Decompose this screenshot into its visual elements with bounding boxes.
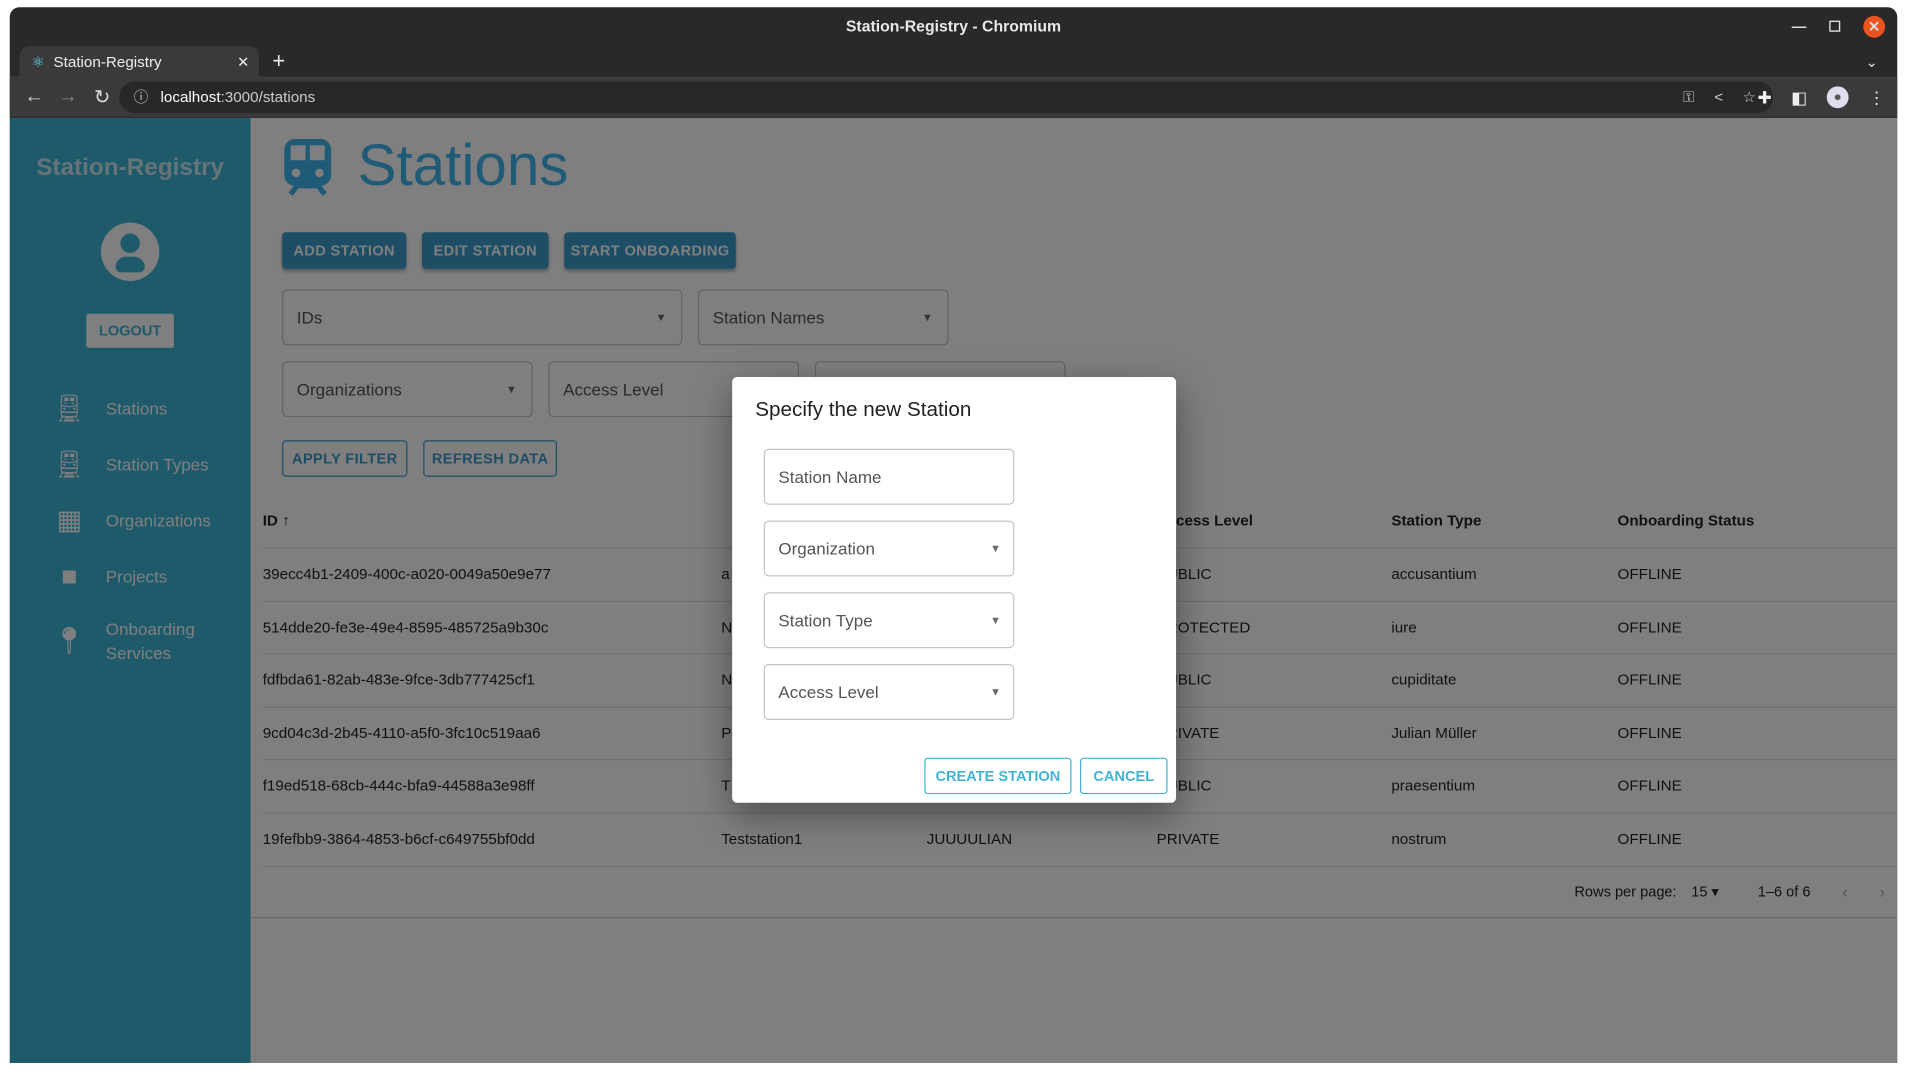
dropdown-arrow-icon: ▼ [990,542,1001,555]
close-tab-icon[interactable]: ✕ [237,46,249,78]
dropdown-arrow-icon: ▼ [990,614,1001,627]
create-station-button[interactable]: CREATE STATION [924,757,1072,795]
side-panel-icon[interactable]: ◧ [1791,87,1807,108]
info-icon: ⓘ [133,88,149,106]
url-path: :3000/stations [220,88,316,106]
new-station-dialog: Specify the new Station Station Name Org… [732,377,1177,803]
menu-icon[interactable]: ⋮ [1868,87,1885,108]
station-name-placeholder: Station Name [778,467,882,487]
tab-title: Station-Registry [53,53,162,71]
extensions-icon[interactable]: ✚ [1757,87,1771,108]
url-host: localhost [160,88,221,106]
browser-window: Station-Registry - Chromium — ☐ ✕ ⚛ Station… [9,7,1898,1063]
access-level-dialog-label: Access Level [778,682,879,702]
address-bar[interactable]: ⓘ localhost:3000/stations ⚿ < ☆ [119,81,1774,114]
react-icon: ⚛ [31,53,45,71]
organization-label: Organization [778,538,875,559]
key-icon[interactable]: ⚿ [1683,81,1695,113]
cancel-button[interactable]: CANCEL [1079,757,1168,795]
window-title-text: Station-Registry - Chromium [845,17,1062,36]
star-icon[interactable]: ☆ [1743,81,1757,113]
close-window-icon[interactable]: ✕ [1863,15,1886,38]
new-tab-icon[interactable]: + [272,46,285,75]
forward-icon[interactable]: → [58,86,77,108]
dropdown-arrow-icon: ▼ [990,685,1001,699]
station-type-label: Station Type [778,610,873,630]
minimize-icon[interactable]: — [1792,7,1807,46]
chevron-down-icon[interactable]: ⌄ [1866,46,1878,78]
back-icon[interactable]: ← [24,86,43,108]
station-type-select[interactable]: Station Type ▼ [763,592,1015,649]
maximize-icon[interactable]: ☐ [1828,7,1841,46]
access-level-dialog-select[interactable]: Access Level ▼ [763,664,1015,720]
station-name-input[interactable]: Station Name [763,448,1015,505]
dialog-title: Specify the new Station [755,397,972,421]
browser-tab[interactable]: ⚛ Station-Registry ✕ [19,46,260,78]
organization-select[interactable]: Organization ▼ [763,520,1015,577]
app: Station-Registry LOGOUT 🚆︎Stations 🚆︎Sta… [9,117,1898,1063]
window-title: Station-Registry - Chromium — ☐ ✕ [10,7,1898,46]
reload-icon[interactable]: ↻ [92,85,111,109]
share-icon[interactable]: < [1714,81,1723,113]
profile-icon[interactable]: ● [1826,86,1849,109]
